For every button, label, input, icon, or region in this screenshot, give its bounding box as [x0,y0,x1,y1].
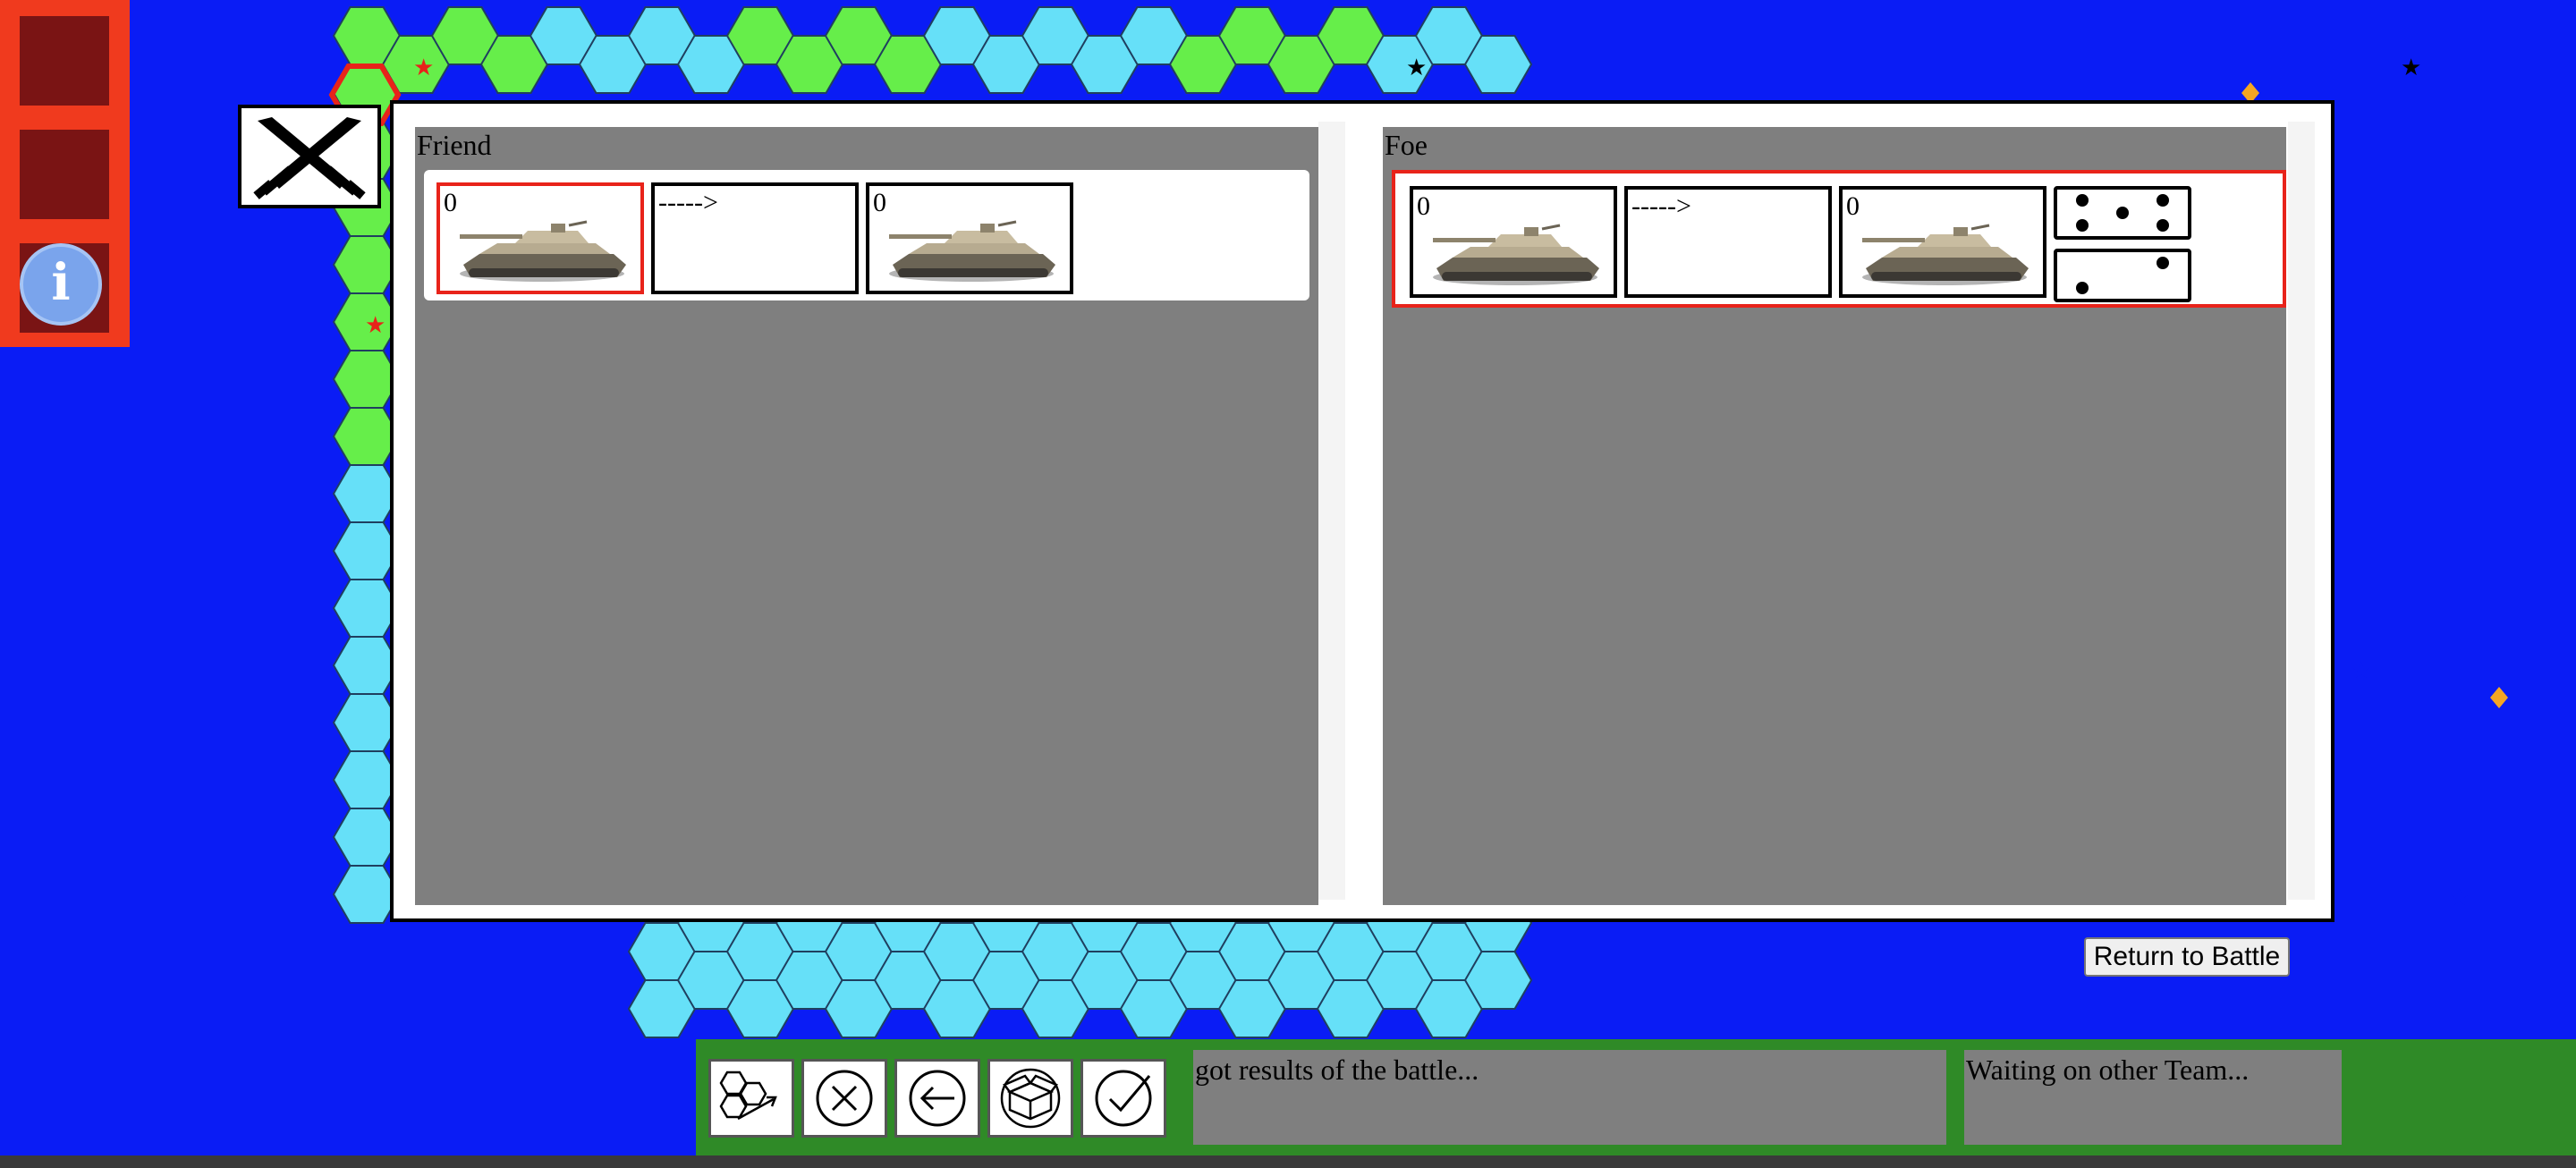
foe-transition: -----> [1624,186,1832,298]
tank-icon [1862,224,2029,285]
die-2 [2054,249,2191,302]
foe-unit-before[interactable]: 0 [1410,186,1617,298]
battle-log-message: got results of the battle... [1193,1050,1946,1145]
black-unit-marker[interactable]: ★ [2401,55,2421,81]
friend-unit-row: 0 -----> 0 [424,170,1309,300]
friend-unit-before[interactable]: 0 [436,182,644,294]
objective-marker[interactable] [2490,687,2508,708]
pane-divider [1318,122,1345,900]
blue-unit-marker[interactable]: ★ [2449,884,2470,911]
red-unit-marker[interactable]: ★ [365,312,386,339]
side-slot-2[interactable] [20,130,109,219]
tank-icon [460,220,626,282]
side-panel: i [0,0,130,347]
die-pip [2076,194,2089,207]
tank-icon [1433,224,1599,285]
foe-pane: Foe 0 -----> 0 [1383,127,2286,905]
die-pip [2076,219,2089,232]
move-hex-icon[interactable] [708,1059,794,1138]
friend-transition: -----> [651,182,859,294]
crossed-swords-icon[interactable] [238,105,381,208]
pane-edge [2288,122,2315,900]
battle-results-dialog: Friend 0 -----> 0 Foe 0 -----> 0 [390,100,2334,922]
foe-after-count: 0 [1846,191,1860,221]
die-pip [2157,194,2169,207]
confirm-check-icon[interactable] [1080,1059,1166,1138]
return-to-battle-button[interactable]: Return to Battle [2084,937,2290,977]
cancel-icon[interactable] [801,1059,887,1138]
side-slot-1[interactable] [20,16,109,106]
friend-before-count: 0 [444,188,457,217]
die-pip [2157,257,2169,269]
red-unit-marker[interactable]: ★ [413,55,434,81]
die-pip [2157,219,2169,232]
die-pip [2116,207,2129,219]
friend-arrow: -----> [658,188,718,217]
foe-unit-row: 0 -----> 0 [1392,170,2286,308]
window-bottom-edge [0,1155,2576,1168]
foe-title: Foe [1385,129,1428,161]
friend-title: Friend [417,129,492,161]
foe-arrow: -----> [1631,191,1691,221]
team-status-message: Waiting on other Team... [1964,1050,2342,1145]
blue-unit-marker[interactable]: ★ [2351,657,2371,684]
friend-after-count: 0 [873,188,886,217]
friend-pane: Friend 0 -----> 0 [415,127,1318,905]
die-pip [2076,282,2089,294]
friend-unit-after[interactable]: 0 [866,182,1073,294]
command-bar: got results of the battle... Waiting on … [696,1039,2576,1155]
tank-icon [889,220,1055,282]
die-1 [2054,186,2191,240]
back-arrow-icon[interactable] [894,1059,980,1138]
foe-unit-after[interactable]: 0 [1839,186,2046,298]
foe-before-count: 0 [1417,191,1430,221]
black-unit-marker[interactable]: ★ [1406,55,1427,81]
supply-box-icon[interactable] [987,1059,1073,1138]
info-icon[interactable]: i [20,243,102,326]
